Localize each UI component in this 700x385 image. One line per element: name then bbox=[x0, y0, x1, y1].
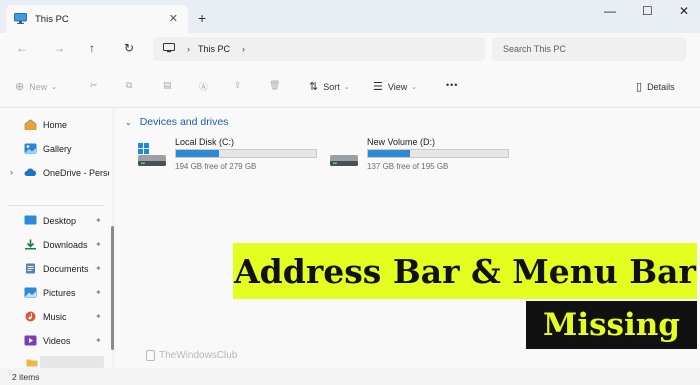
tab-close-icon[interactable]: ✕ bbox=[169, 12, 178, 25]
sidebar-item-desktop[interactable]: Desktop bbox=[24, 215, 76, 226]
rename-icon[interactable]: Ⓐ bbox=[199, 80, 208, 93]
sidebar-divider bbox=[8, 205, 104, 206]
pin-icon: ✦ bbox=[95, 216, 102, 225]
drive-usage-fill bbox=[176, 150, 219, 157]
sidebar-item-music[interactable]: Music bbox=[24, 311, 67, 322]
home-icon bbox=[24, 119, 37, 130]
pin-icon: ✦ bbox=[95, 336, 102, 345]
videos-icon bbox=[24, 335, 37, 346]
sidebar-item-documents[interactable]: Documents bbox=[24, 263, 89, 274]
drive-usage-bar bbox=[367, 149, 509, 158]
sidebar-item-home[interactable]: Home bbox=[24, 119, 67, 130]
sort-button[interactable]: ⇅ Sort ⌄ bbox=[309, 80, 350, 93]
up-button[interactable]: ↑ bbox=[89, 41, 95, 55]
view-icon: ☰ bbox=[373, 81, 383, 93]
group-title: Devices and drives bbox=[139, 116, 229, 128]
plus-icon: ⊕ bbox=[15, 81, 25, 93]
new-label: New bbox=[29, 81, 48, 92]
tab-title: This PC bbox=[35, 13, 69, 25]
drive-item[interactable]: New Volume (D:) 137 GB free of 195 GB bbox=[329, 136, 519, 172]
breadcrumb-this-pc[interactable]: This PC bbox=[198, 44, 230, 54]
drive-name: New Volume (D:) bbox=[367, 137, 436, 147]
paste-icon[interactable]: ▤ bbox=[163, 80, 172, 91]
expand-chevron-icon[interactable]: › bbox=[10, 167, 13, 177]
sidebar-item-videos[interactable]: Videos bbox=[24, 335, 70, 346]
command-bar: ⊕ New ⌄ ✂ ⧉ ▤ Ⓐ ⇪ 🗑 ⇅ Sort ⌄ ☰ View ⌄ ••… bbox=[0, 66, 700, 108]
headline-banner: Address Bar & Menu Bar bbox=[233, 243, 697, 299]
back-button[interactable]: ← bbox=[16, 41, 28, 55]
sidebar-item-pictures[interactable]: Pictures bbox=[24, 287, 76, 298]
pin-icon: ✦ bbox=[95, 264, 102, 273]
drive-d-icon bbox=[329, 142, 359, 166]
cut-icon[interactable]: ✂ bbox=[90, 80, 98, 91]
navigation-pane: Home Gallery › OneDrive - Perso Desktop … bbox=[0, 108, 114, 368]
sidebar-scrollbar[interactable] bbox=[111, 226, 114, 350]
gallery-icon bbox=[24, 143, 37, 154]
tab-this-pc[interactable]: This PC ✕ bbox=[6, 5, 188, 33]
item-count: 2 items bbox=[12, 372, 40, 382]
minimize-button[interactable]: — bbox=[604, 4, 616, 18]
monitor-icon bbox=[163, 43, 175, 55]
new-button[interactable]: ⊕ New ⌄ bbox=[15, 80, 57, 93]
search-input[interactable]: Search This PC bbox=[492, 37, 686, 61]
drive-usage-fill bbox=[368, 150, 410, 157]
view-label: View bbox=[387, 81, 408, 92]
watermark-text: TheWindowsClub bbox=[159, 350, 238, 361]
details-label: Details bbox=[647, 81, 675, 92]
drive-usage-bar bbox=[175, 149, 317, 158]
details-button[interactable]: ▯ Details bbox=[636, 80, 675, 93]
music-icon bbox=[24, 311, 37, 322]
sidebar-item-gallery[interactable]: Gallery bbox=[24, 143, 72, 154]
desktop-icon bbox=[24, 215, 37, 226]
sort-label: Sort bbox=[323, 81, 340, 92]
group-devices-and-drives[interactable]: ⌄ Devices and drives bbox=[125, 116, 228, 128]
subline-banner: Missing bbox=[526, 301, 697, 349]
view-button[interactable]: ☰ View ⌄ bbox=[373, 80, 417, 93]
pin-icon: ✦ bbox=[95, 312, 102, 321]
chevron-down-icon: ⌄ bbox=[343, 83, 350, 91]
delete-icon[interactable]: 🗑 bbox=[269, 80, 280, 91]
details-pane-icon: ▯ bbox=[636, 81, 643, 93]
chevron-down-icon: ⌄ bbox=[411, 83, 418, 91]
navigation-bar: ← → ↑ ↻ › This PC › Search This PC bbox=[0, 33, 700, 66]
drive-c-icon bbox=[137, 142, 167, 166]
close-button[interactable]: ✕ bbox=[679, 4, 689, 18]
search-placeholder: Search This PC bbox=[503, 44, 566, 54]
status-bar: 2 items bbox=[0, 368, 700, 385]
cloud-icon bbox=[24, 167, 37, 178]
breadcrumb-separator: › bbox=[187, 44, 190, 54]
sidebar-item-downloads[interactable]: Downloads bbox=[24, 239, 88, 250]
redacted-item bbox=[40, 356, 104, 368]
sort-icon: ⇅ bbox=[309, 81, 319, 93]
monitor-icon bbox=[14, 12, 27, 26]
watermark: TheWindowsClub bbox=[146, 350, 237, 361]
breadcrumb-chevron[interactable]: › bbox=[242, 44, 245, 54]
pin-icon: ✦ bbox=[95, 240, 102, 249]
watermark-logo-icon bbox=[146, 350, 155, 361]
sidebar-item-onedrive[interactable]: OneDrive - Perso bbox=[24, 167, 109, 178]
share-icon[interactable]: ⇪ bbox=[234, 80, 242, 91]
drive-name: Local Disk (C:) bbox=[175, 137, 235, 147]
more-options-button[interactable]: ••• bbox=[446, 80, 458, 90]
title-bar: This PC ✕ + — ☐ ✕ bbox=[0, 0, 700, 33]
pin-icon: ✦ bbox=[95, 288, 102, 297]
refresh-button[interactable]: ↻ bbox=[124, 41, 134, 55]
chevron-down-icon: ⌄ bbox=[51, 83, 58, 91]
drive-free-space: 194 GB free of 279 GB bbox=[175, 162, 257, 171]
drive-free-space: 137 GB free of 195 GB bbox=[367, 162, 449, 171]
download-icon bbox=[24, 239, 37, 250]
copy-icon[interactable]: ⧉ bbox=[126, 80, 132, 91]
address-bar[interactable]: › This PC › bbox=[153, 37, 485, 61]
forward-button[interactable]: → bbox=[53, 41, 65, 55]
maximize-button[interactable]: ☐ bbox=[642, 4, 653, 18]
new-tab-button[interactable]: + bbox=[198, 10, 206, 26]
chevron-down-icon: ⌄ bbox=[125, 117, 132, 127]
documents-icon bbox=[24, 263, 37, 274]
pictures-icon bbox=[24, 287, 37, 298]
drive-item[interactable]: Local Disk (C:) 194 GB free of 279 GB bbox=[137, 136, 327, 172]
